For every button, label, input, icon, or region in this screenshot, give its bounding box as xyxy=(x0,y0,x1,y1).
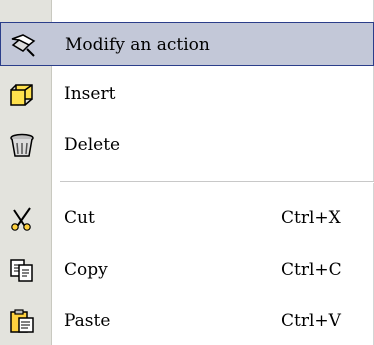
menu-item-label: Copy xyxy=(64,260,108,280)
menu-item-shortcut: Ctrl+C xyxy=(281,260,342,280)
menu-item-label: Paste xyxy=(64,311,111,331)
menu-item-shortcut: Ctrl+X xyxy=(281,208,341,228)
menu-item-modify-action[interactable]: Modify an action xyxy=(0,22,374,66)
trash-icon xyxy=(10,133,34,157)
menu-item-cut[interactable]: Cut Ctrl+X xyxy=(0,196,374,240)
menu-item-shortcut: Ctrl+V xyxy=(281,311,341,331)
context-menu: Modify an action Insert Delete Cut Ctrl+… xyxy=(0,0,374,345)
paste-icon xyxy=(10,309,34,333)
menu-item-paste[interactable]: Paste Ctrl+V xyxy=(0,299,374,343)
menu-separator-highlight xyxy=(60,182,374,183)
menu-item-label: Insert xyxy=(64,84,116,104)
copy-icon xyxy=(10,259,33,282)
insert-icon xyxy=(10,84,33,106)
menu-item-label: Cut xyxy=(64,208,95,228)
menu-item-delete[interactable]: Delete xyxy=(0,123,374,167)
edit-action-icon xyxy=(11,34,36,57)
menu-item-label: Modify an action xyxy=(65,35,210,55)
menu-item-label: Delete xyxy=(64,135,121,155)
menu-item-insert[interactable]: Insert xyxy=(0,72,374,116)
scissors-icon xyxy=(11,207,31,231)
menu-item-copy[interactable]: Copy Ctrl+C xyxy=(0,248,374,292)
